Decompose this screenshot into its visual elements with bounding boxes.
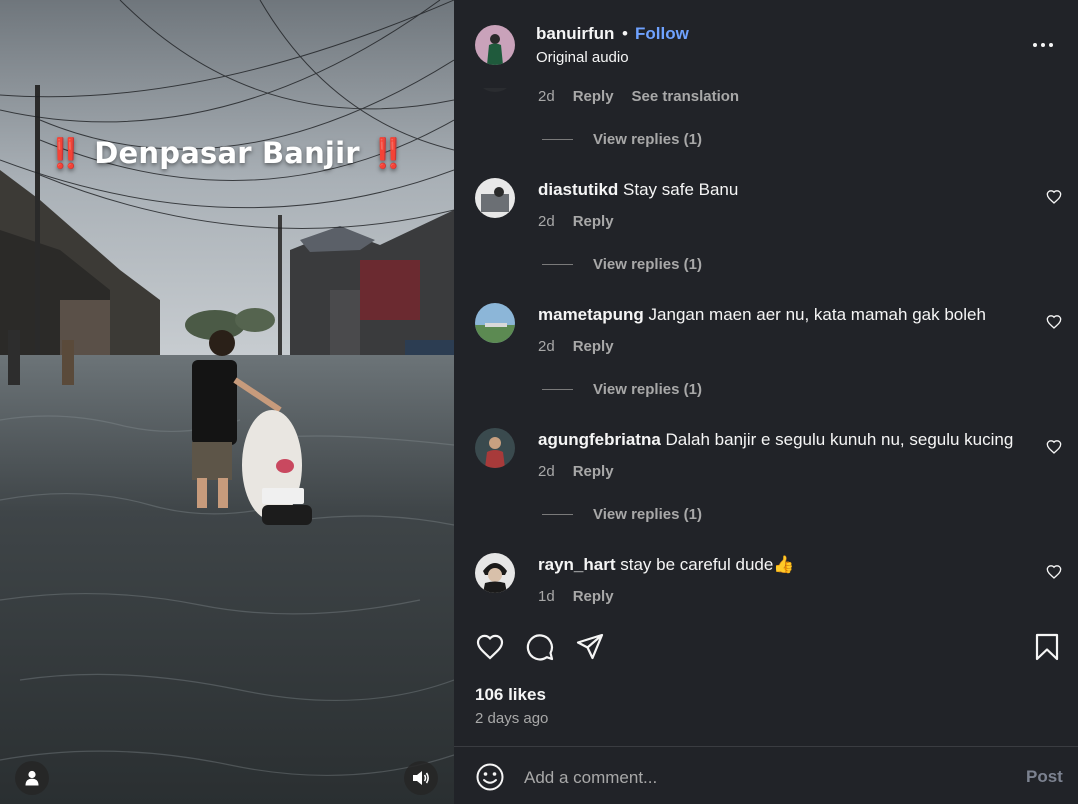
comment-avatar[interactable] <box>475 303 515 343</box>
comment-icon[interactable] <box>525 632 555 662</box>
comment-meta: 2d Reply See translation <box>538 88 739 105</box>
bookmark-icon[interactable] <box>1032 632 1062 662</box>
comment-meta: 2d Reply <box>538 213 614 230</box>
comment-avatar[interactable] <box>475 553 515 593</box>
comment-avatar[interactable] <box>475 428 515 468</box>
comment-body: Stay safe Banu <box>623 180 739 199</box>
view-replies-button[interactable]: View replies (1) <box>542 381 702 398</box>
comment-time: 2d <box>538 463 555 480</box>
comment-body: Dalah banjir e segulu kunuh nu, segulu k… <box>665 430 1014 449</box>
reply-button[interactable]: Reply <box>573 213 614 230</box>
like-comment-icon[interactable] <box>1046 439 1062 455</box>
double-exclamation-icon: ‼️ <box>47 136 84 170</box>
reply-button[interactable]: Reply <box>573 588 614 605</box>
heart-icon[interactable] <box>475 632 505 662</box>
comment-time: 2d <box>538 88 555 105</box>
user-icon <box>25 770 39 786</box>
double-exclamation-icon: ‼️ <box>370 136 407 170</box>
comment-meta: 1d Reply <box>538 588 614 605</box>
more-horizontal-icon <box>1033 43 1037 47</box>
audio-toggle-button[interactable] <box>404 761 438 795</box>
comment-username[interactable]: agungfebriatna <box>538 430 661 449</box>
view-replies-button[interactable]: View replies (1) <box>542 256 702 273</box>
video-caption-overlay: ‼️ Denpasar Banjir ‼️ <box>0 136 454 171</box>
see-translation-button[interactable]: See translation <box>632 88 740 105</box>
emoji-icon[interactable] <box>475 762 505 792</box>
audio-label[interactable]: Original audio <box>536 49 629 66</box>
post-details-panel: banuirfun • Follow Original audio 2d Rep… <box>454 0 1078 804</box>
comment-avatar[interactable] <box>475 178 515 218</box>
like-comment-icon[interactable] <box>1046 564 1062 580</box>
like-comment-icon[interactable] <box>1046 189 1062 205</box>
comment-meta: 2d Reply <box>538 338 614 355</box>
composer-divider <box>454 746 1078 747</box>
comment-text: rayn_hart stay be careful dude👍 <box>538 555 795 575</box>
replies-divider-line <box>542 139 573 140</box>
view-replies-button[interactable]: View replies (1) <box>542 506 702 523</box>
author-avatar[interactable] <box>475 25 515 65</box>
comment-avatar[interactable] <box>475 88 515 92</box>
reply-button[interactable]: Reply <box>573 338 614 355</box>
header-separator: • <box>622 24 628 43</box>
post-comment-button[interactable]: Post <box>1026 767 1063 787</box>
comment-username[interactable]: mametapung <box>538 305 644 324</box>
comments-list[interactable]: 2d Reply See translation View replies (1… <box>454 88 1078 618</box>
like-comment-icon[interactable] <box>1046 314 1062 330</box>
comment-time: 2d <box>538 213 555 230</box>
follow-button[interactable]: Follow <box>635 24 689 44</box>
share-icon[interactable] <box>575 632 605 662</box>
comment-text: agungfebriatna Dalah banjir e segulu kun… <box>538 430 1013 450</box>
view-replies-button[interactable]: View replies (1) <box>542 131 702 148</box>
post-header: banuirfun • Follow Original audio <box>454 0 1078 88</box>
replies-divider-line <box>542 514 573 515</box>
comment-username[interactable]: diastutikd <box>538 180 618 199</box>
author-username[interactable]: banuirfun <box>536 24 614 44</box>
speaker-icon <box>413 771 429 785</box>
add-comment-input[interactable] <box>524 765 1004 791</box>
likes-count[interactable]: 106 likes <box>475 685 546 705</box>
comment-time: 1d <box>538 588 555 605</box>
tagged-users-button[interactable] <box>15 761 49 795</box>
reply-button[interactable]: Reply <box>573 88 614 105</box>
more-options-button[interactable] <box>1030 36 1056 54</box>
comment-username[interactable]: rayn_hart <box>538 555 615 574</box>
post-timestamp: 2 days ago <box>475 710 549 727</box>
reply-button[interactable]: Reply <box>573 463 614 480</box>
comment-body: Jangan maen aer nu, kata mamah gak boleh <box>648 305 986 324</box>
post-actions <box>454 630 1078 670</box>
comment-meta: 2d Reply <box>538 463 614 480</box>
replies-divider-line <box>542 389 573 390</box>
comment-body: stay be careful dude👍 <box>620 555 795 574</box>
caption-text: Denpasar Banjir <box>94 136 360 170</box>
comment-time: 2d <box>538 338 555 355</box>
flood-street-photo <box>0 0 454 804</box>
comment-text: mametapung Jangan maen aer nu, kata mama… <box>538 305 986 325</box>
replies-divider-line <box>542 264 573 265</box>
comment-text: diastutikd Stay safe Banu <box>538 180 738 200</box>
post-media[interactable]: ‼️ Denpasar Banjir ‼️ <box>0 0 454 804</box>
